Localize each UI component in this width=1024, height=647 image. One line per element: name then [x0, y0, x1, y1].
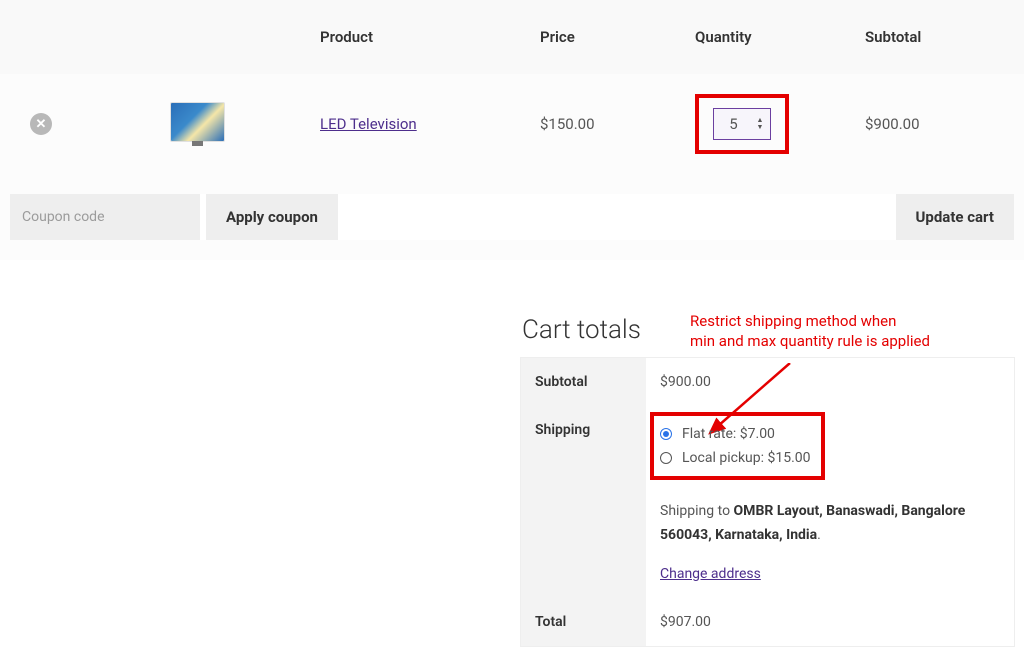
- shipping-row: Shipping Flat rate: $7.00 Local pickup: …: [521, 406, 1014, 598]
- total-value: $907.00: [646, 598, 1014, 646]
- remove-item-button[interactable]: ✕: [30, 113, 52, 135]
- table-row: ✕ LED Television $150.00 5 ▲: [0, 74, 1024, 174]
- col-quantity: Quantity: [685, 0, 855, 74]
- item-price: $150.00: [540, 115, 595, 133]
- cart-totals-section: Restrict shipping method when min and ma…: [520, 315, 1015, 647]
- radio-icon: [660, 428, 672, 440]
- total-row: Total $907.00: [521, 598, 1014, 646]
- col-remove: [0, 0, 70, 74]
- coupon-input[interactable]: [10, 194, 200, 240]
- shipping-option-local-pickup[interactable]: Local pickup: $15.00: [660, 446, 811, 470]
- apply-coupon-button[interactable]: Apply coupon: [206, 194, 338, 240]
- cart-totals-box: Subtotal $900.00 Shipping Flat rate: $7.…: [520, 357, 1015, 647]
- close-icon: ✕: [36, 117, 47, 132]
- tv-icon: [170, 102, 225, 142]
- quantity-value: 5: [714, 115, 753, 133]
- shipping-option-label: Local pickup: $15.00: [682, 450, 811, 466]
- col-price: Price: [530, 0, 685, 74]
- col-thumb: [70, 0, 310, 74]
- shipping-destination: Shipping to OMBR Layout, Banaswadi, Bang…: [660, 500, 1000, 548]
- total-label: Total: [521, 598, 646, 646]
- cart-actions-row: Apply coupon Update cart: [0, 174, 1024, 260]
- cart-table: Product Price Quantity Subtotal ✕ LED Te…: [0, 0, 1024, 260]
- update-cart-button[interactable]: Update cart: [896, 194, 1014, 240]
- product-link[interactable]: LED Television: [320, 115, 417, 133]
- col-product: Product: [310, 0, 530, 74]
- item-subtotal: $900.00: [865, 115, 920, 133]
- change-address-link[interactable]: Change address: [660, 566, 761, 582]
- radio-icon: [660, 452, 672, 464]
- quantity-stepper[interactable]: 5 ▲ ▼: [713, 108, 771, 140]
- annotation-text: Restrict shipping method when min and ma…: [690, 311, 1010, 352]
- subtotal-label: Subtotal: [521, 358, 646, 406]
- shipping-option-label: Flat rate: $7.00: [682, 426, 775, 442]
- col-subtotal: Subtotal: [855, 0, 1024, 74]
- product-thumbnail[interactable]: [170, 102, 225, 142]
- quantity-highlight: 5 ▲ ▼: [695, 94, 789, 154]
- shipping-label: Shipping: [521, 406, 646, 598]
- qty-down-icon[interactable]: ▼: [753, 124, 767, 131]
- subtotal-row: Subtotal $900.00: [521, 358, 1014, 406]
- shipping-option-flat-rate[interactable]: Flat rate: $7.00: [660, 422, 811, 446]
- subtotal-value: $900.00: [646, 358, 1014, 406]
- shipping-highlight: Flat rate: $7.00 Local pickup: $15.00: [650, 412, 825, 480]
